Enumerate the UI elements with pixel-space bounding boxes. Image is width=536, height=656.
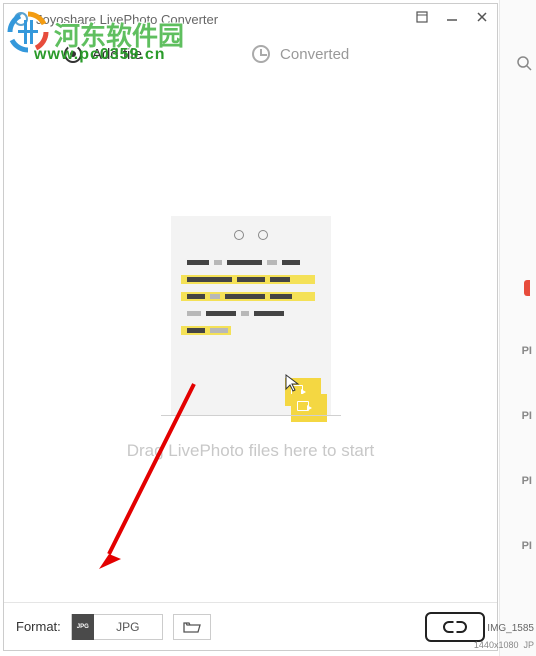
- side-label: PI: [522, 410, 532, 422]
- side-label: PI: [522, 540, 532, 552]
- drop-hint: Drag LivePhoto files here to start: [127, 441, 375, 461]
- app-window: Joyoshare LivePhoto Converter Add file C…: [3, 3, 498, 651]
- folder-icon: [291, 394, 327, 422]
- folder-open-icon: [183, 620, 201, 634]
- background-window-strip: PI PI PI PI IMG_1585 1440x1080 JP: [499, 0, 536, 656]
- tabs-row: Add file Converted: [4, 34, 497, 74]
- side-dimensions: 1440x1080 JP: [474, 640, 534, 650]
- tab-converted-label: Converted: [280, 46, 349, 63]
- app-icon: [14, 12, 28, 26]
- format-selector[interactable]: JPG JPG: [71, 614, 163, 640]
- minimize-button[interactable]: [445, 10, 459, 24]
- drop-area[interactable]: Drag LivePhoto files here to start: [4, 74, 497, 602]
- illustration: [171, 216, 331, 416]
- tab-add-label: Add file: [92, 46, 142, 63]
- convert-icon: [442, 620, 468, 634]
- format-badge: JPG: [72, 614, 94, 640]
- convert-button[interactable]: [425, 612, 485, 642]
- cursor-icon: [285, 374, 301, 394]
- output-folder-button[interactable]: [173, 614, 211, 640]
- side-filename: IMG_1585: [487, 623, 534, 634]
- target-icon: [64, 45, 82, 63]
- red-marker: [524, 280, 530, 296]
- tab-add-file[interactable]: Add file: [64, 45, 142, 63]
- window-controls: [415, 10, 489, 24]
- options-button[interactable]: [415, 10, 429, 24]
- format-label: Format:: [16, 619, 61, 634]
- side-label: PI: [522, 475, 532, 487]
- app-title: Joyoshare LivePhoto Converter: [36, 12, 218, 27]
- titlebar: Joyoshare LivePhoto Converter: [4, 4, 497, 34]
- bottombar: Format: JPG JPG: [4, 602, 497, 650]
- side-label: PI: [522, 345, 532, 357]
- format-value: JPG: [94, 620, 162, 634]
- clock-icon: [252, 45, 270, 63]
- tab-converted[interactable]: Converted: [252, 45, 349, 63]
- close-button[interactable]: [475, 10, 489, 24]
- search-icon: [516, 55, 532, 71]
